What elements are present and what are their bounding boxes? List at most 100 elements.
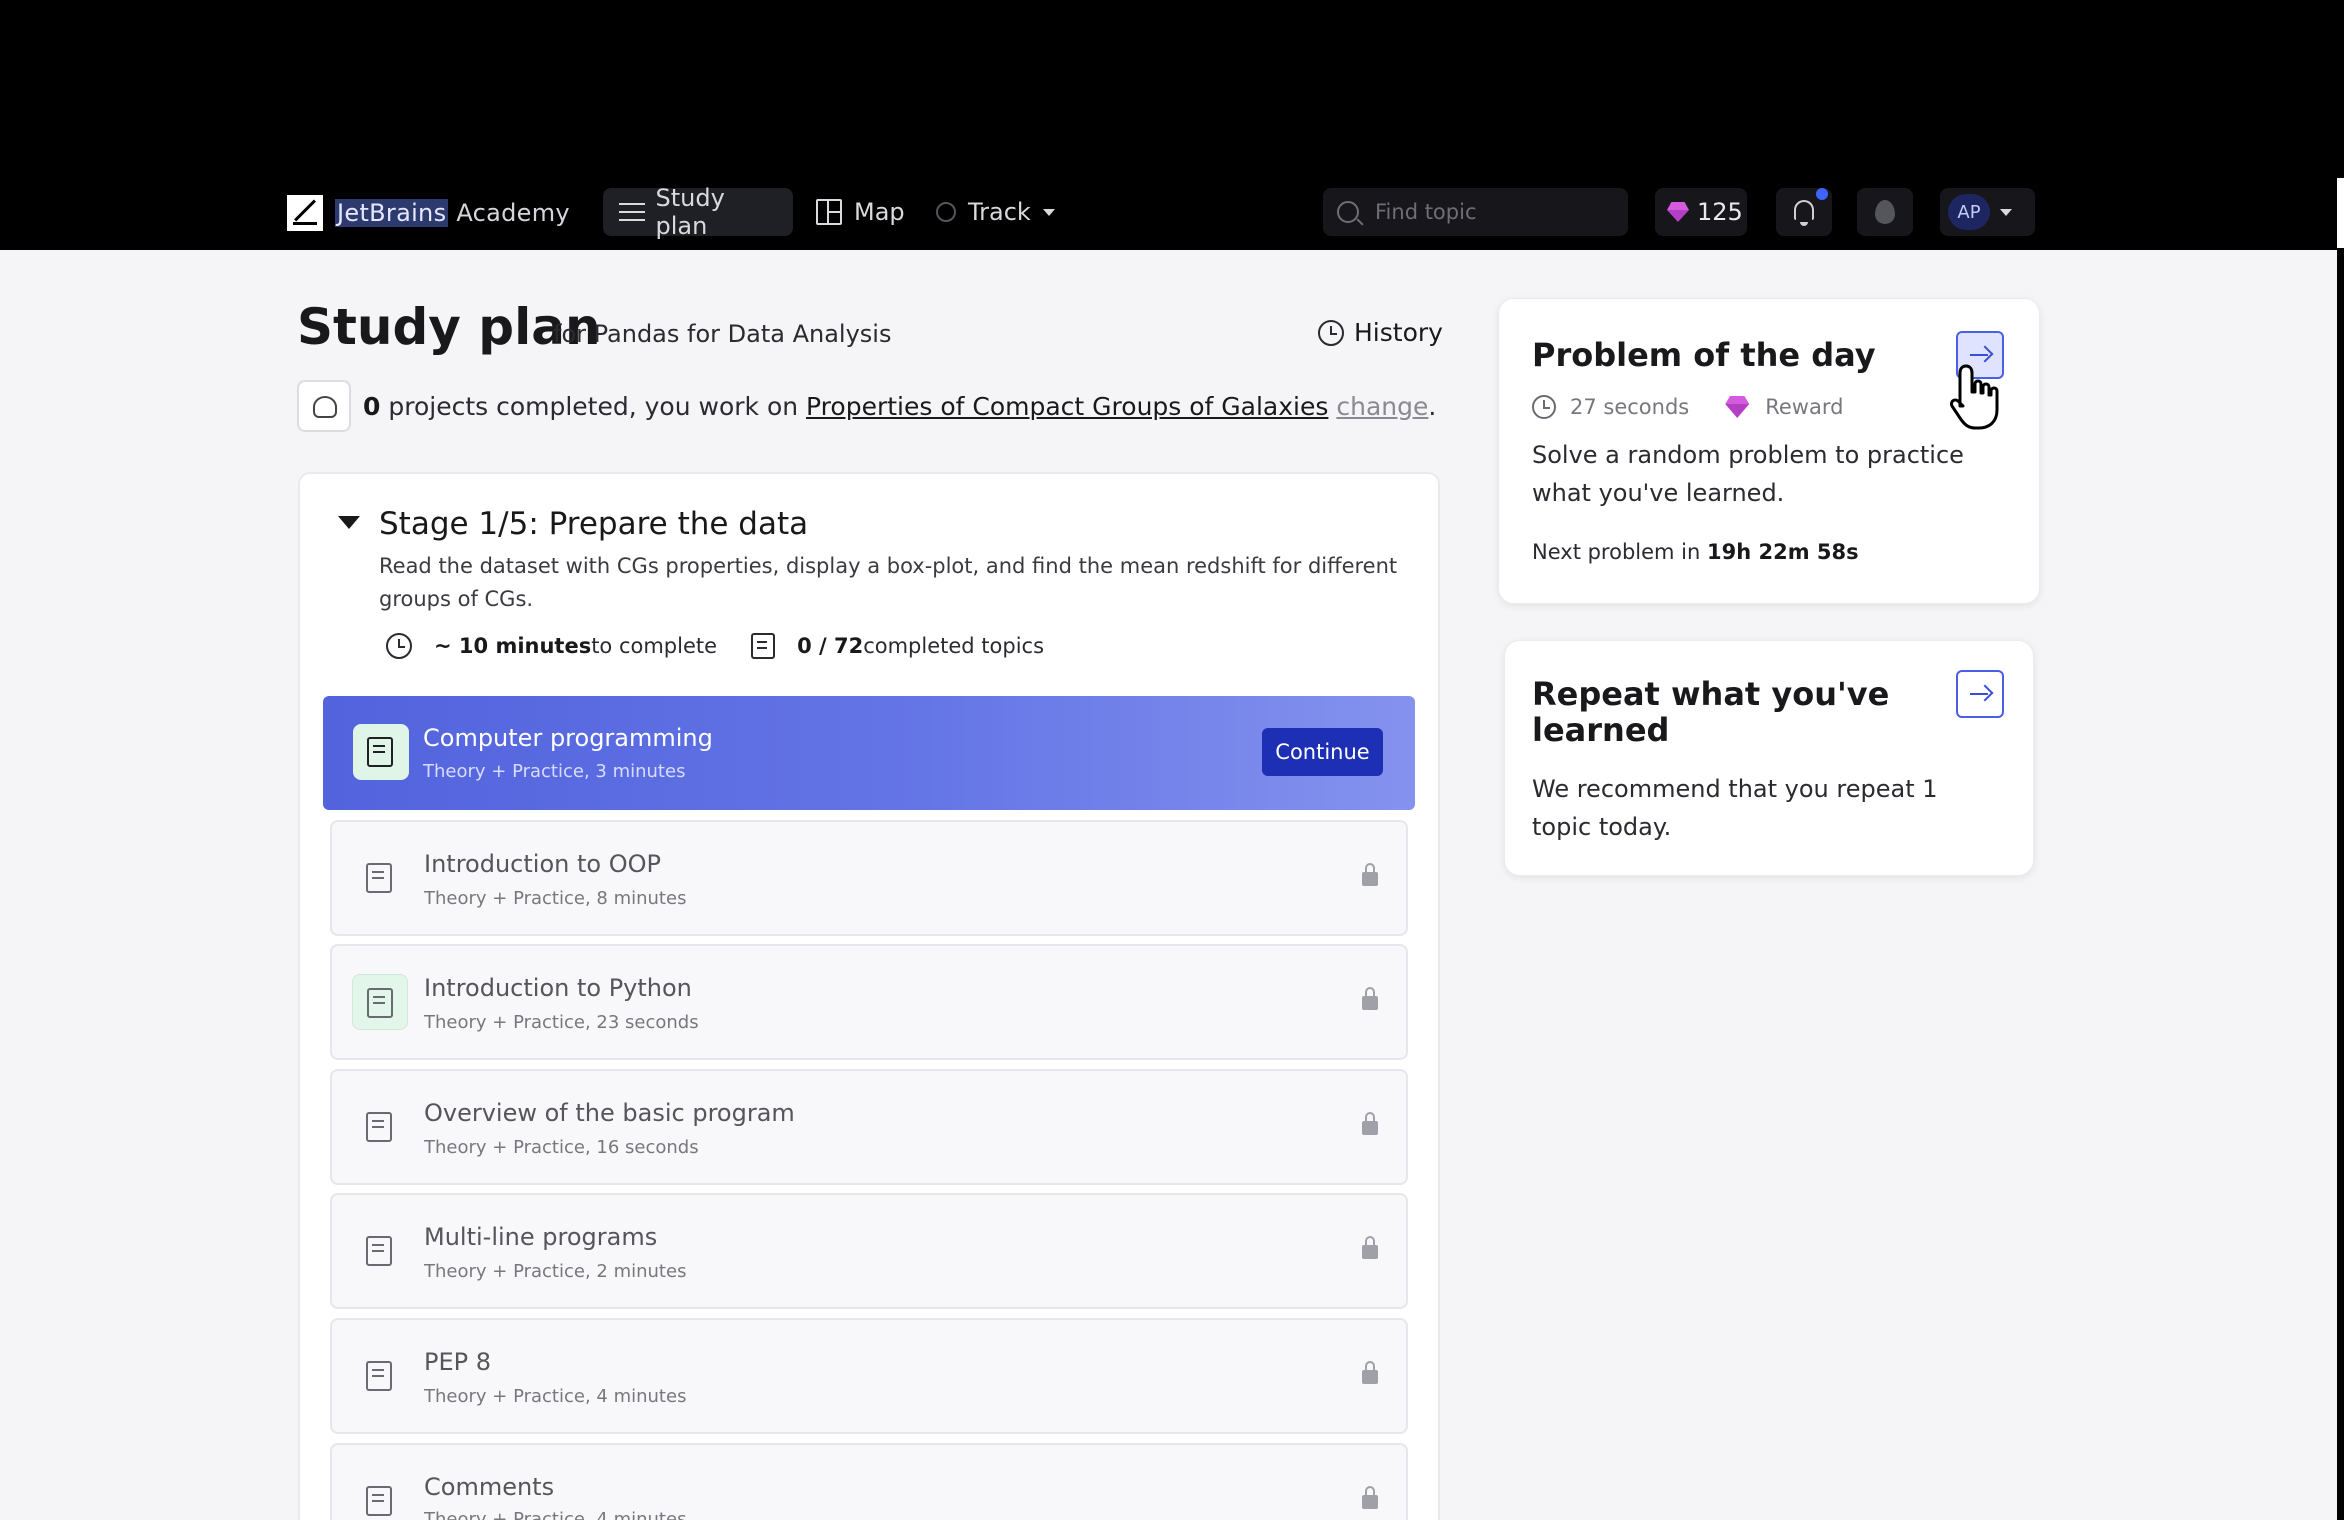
- lock-icon: [1362, 1486, 1378, 1509]
- projects-text: projects completed, you work on: [380, 392, 807, 421]
- topic-name: Introduction to OOP: [424, 850, 661, 878]
- topic-row[interactable]: Overview of the basic program Theory + P…: [330, 1069, 1408, 1185]
- history-label: History: [1354, 318, 1443, 347]
- fire-icon: [1875, 200, 1895, 224]
- notifications-button[interactable]: [1776, 188, 1832, 236]
- projects-status: 0 projects completed, you work on Proper…: [363, 392, 1436, 421]
- lock-icon: [1362, 987, 1378, 1010]
- topic-meta: Theory + Practice, 4 minutes: [424, 1386, 687, 1407]
- streak-button[interactable]: [1857, 188, 1913, 236]
- history-link[interactable]: History: [1318, 318, 1443, 347]
- problem-of-day-description: Solve a random problem to practice what …: [1532, 441, 1964, 507]
- chevron-down-icon: [1042, 208, 1055, 216]
- scrollbar-edge: [2337, 178, 2344, 248]
- search-input[interactable]: [1375, 200, 1595, 224]
- next-problem-timer: Next problem in 19h 22m 58s: [1532, 540, 1859, 564]
- next-problem-label: Next problem in: [1532, 540, 1707, 564]
- stage-topics-suffix: completed topics: [863, 634, 1045, 658]
- period: .: [1428, 392, 1437, 421]
- lock-icon: [1362, 1236, 1378, 1259]
- topic-icon-box: [352, 1348, 408, 1404]
- logo[interactable]: JetBrains Academy: [287, 195, 570, 231]
- nav-map-label: Map: [854, 198, 905, 226]
- topic-row[interactable]: PEP 8 Theory + Practice, 4 minutes: [330, 1318, 1408, 1434]
- topic-row-active[interactable]: Computer programming Theory + Practice, …: [323, 696, 1415, 810]
- topic-icon-box: [352, 1223, 408, 1279]
- page-subtitle: for Pandas for Data Analysis: [553, 320, 892, 348]
- book-icon: [366, 863, 392, 893]
- user-menu[interactable]: AP: [1940, 188, 2035, 236]
- gem-icon: [1725, 396, 1749, 418]
- topic-icon-box: [352, 1099, 408, 1155]
- list-icon: [619, 199, 645, 225]
- problem-time: 27 seconds: [1570, 395, 1690, 419]
- change-project-link[interactable]: change: [1336, 392, 1428, 421]
- topic-name: PEP 8: [424, 1348, 492, 1376]
- repeat-description: We recommend that you repeat 1 topic tod…: [1532, 775, 1938, 841]
- lock-icon: [1362, 1361, 1378, 1384]
- clock-icon: [1532, 395, 1556, 419]
- jetbrains-logo-icon: [287, 195, 323, 231]
- nav-track[interactable]: Track: [920, 188, 1071, 236]
- problem-of-day-meta: 27 seconds Reward: [1532, 395, 1843, 419]
- bell-icon: [1794, 200, 1814, 226]
- stage-description: Read the dataset with CGs properties, di…: [379, 554, 1398, 611]
- lock-icon: [1362, 1112, 1378, 1135]
- topic-name: Computer programming: [423, 724, 713, 752]
- gem-icon: [1667, 202, 1689, 222]
- collapse-caret-icon[interactable]: [338, 516, 360, 529]
- gems-counter[interactable]: 125: [1655, 188, 1747, 236]
- nav-map[interactable]: Map: [800, 188, 921, 236]
- next-problem-time: 19h 22m 58s: [1706, 540, 1859, 564]
- topic-meta: Theory + Practice, 16 seconds: [424, 1137, 699, 1158]
- book-icon: [367, 737, 393, 767]
- book-icon: [366, 1236, 392, 1266]
- topic-row[interactable]: Comments Theory + Practice, 4 minutes: [330, 1443, 1408, 1520]
- topic-icon-box: [352, 850, 408, 906]
- project-icon: [313, 396, 337, 418]
- map-icon: [816, 199, 842, 225]
- repeat-arrow-button[interactable]: [1956, 670, 2004, 718]
- history-clock-icon: [1318, 319, 1344, 346]
- topic-name: Comments: [424, 1473, 555, 1501]
- topic-icon-box: [353, 724, 409, 780]
- topic-name: Introduction to Python: [424, 974, 692, 1002]
- search-icon: [1337, 201, 1359, 223]
- topic-row[interactable]: Introduction to Python Theory + Practice…: [330, 944, 1408, 1060]
- projects-count: 0: [363, 392, 381, 421]
- topic-icon-box: [352, 1473, 408, 1520]
- topic-meta: Theory + Practice, 8 minutes: [424, 888, 687, 909]
- topic-name: Overview of the basic program: [424, 1099, 795, 1127]
- topics-icon: [751, 633, 776, 659]
- track-circle-icon: [936, 202, 956, 222]
- stage-topics-value: 0 / 72: [797, 634, 864, 658]
- search-box[interactable]: [1323, 188, 1628, 236]
- book-icon: [366, 1112, 392, 1142]
- topic-meta: Theory + Practice, 3 minutes: [423, 761, 686, 782]
- avatar: AP: [1948, 194, 1990, 230]
- topic-name: Multi-line programs: [424, 1223, 658, 1251]
- topic-row[interactable]: Multi-line programs Theory + Practice, 2…: [330, 1193, 1408, 1309]
- gems-count: 125: [1697, 198, 1743, 226]
- nav-study-plan[interactable]: Study plan: [603, 184, 793, 240]
- continue-button[interactable]: Continue: [1262, 728, 1383, 776]
- topic-row[interactable]: Introduction to OOP Theory + Practice, 8…: [330, 820, 1408, 936]
- book-icon: [366, 1361, 392, 1391]
- project-link[interactable]: Properties of Compact Groups of Galaxies: [806, 392, 1328, 421]
- chevron-down-icon: [2000, 208, 2012, 216]
- repeat-title: Repeat what you've learned: [1532, 675, 1890, 749]
- nav-track-label: Track: [968, 198, 1031, 226]
- project-icon-box: [297, 380, 351, 432]
- stage-time-value: ~ 10 minutes: [434, 634, 592, 658]
- logo-text: JetBrains Academy: [335, 199, 570, 227]
- reward-label: Reward: [1765, 395, 1844, 419]
- topic-icon-box: [352, 974, 408, 1030]
- nav-study-plan-label: Study plan: [655, 184, 725, 240]
- topic-meta: Theory + Practice, 23 seconds: [424, 1012, 699, 1033]
- topic-meta: Theory + Practice, 4 minutes: [424, 1509, 687, 1520]
- logo-product: Academy: [456, 199, 570, 227]
- stage-title: Stage 1/5: Prepare the data: [379, 506, 809, 542]
- problem-of-day-title: Problem of the day: [1532, 336, 1876, 374]
- lock-icon: [1362, 863, 1378, 886]
- time-clock-icon: [386, 633, 412, 659]
